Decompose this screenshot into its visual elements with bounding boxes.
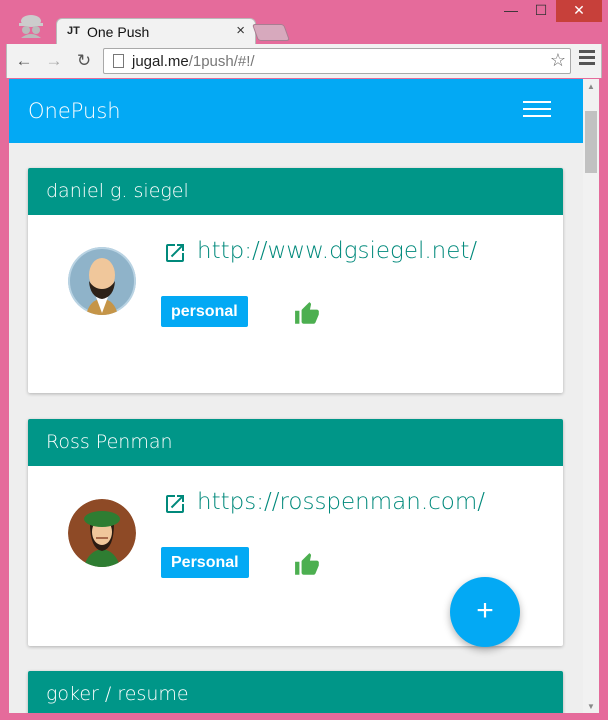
app-bar: OnePush bbox=[9, 79, 583, 143]
avatar bbox=[68, 499, 136, 567]
browser-window: JT One Push × — ☐ ✕ ← → ↻ jugal.me/1push… bbox=[0, 0, 608, 720]
close-window-button[interactable]: ✕ bbox=[556, 0, 602, 22]
tab-title: One Push bbox=[87, 24, 150, 40]
app-title: OnePush bbox=[28, 99, 121, 123]
tag-badge[interactable]: Personal bbox=[161, 547, 249, 578]
person-card: daniel g. siegel http://www.dgsiegel.net… bbox=[28, 168, 563, 393]
back-button[interactable]: ← bbox=[13, 50, 35, 72]
page-icon bbox=[113, 54, 124, 68]
page-viewport: OnePush daniel g. siegel http://www.dgsi… bbox=[9, 79, 599, 713]
minimize-button[interactable]: — bbox=[496, 0, 526, 22]
scroll-thumb[interactable] bbox=[585, 111, 597, 173]
url-text: jugal.me/1push/#!/ bbox=[132, 53, 255, 70]
reload-button[interactable]: ↻ bbox=[73, 50, 95, 72]
card-name: goker / resume bbox=[46, 683, 189, 705]
website-link[interactable]: https://rosspenman.com/ bbox=[197, 489, 485, 515]
url-host: jugal.me bbox=[132, 53, 189, 70]
thumbs-up-icon[interactable] bbox=[293, 301, 321, 327]
scroll-up-arrow-icon[interactable]: ▲ bbox=[587, 82, 595, 91]
new-tab-button[interactable] bbox=[251, 24, 291, 41]
title-bar: JT One Push × — ☐ ✕ bbox=[0, 0, 608, 44]
card-name: Ross Penman bbox=[46, 431, 173, 453]
address-bar[interactable]: jugal.me/1push/#!/ ☆ bbox=[103, 48, 571, 74]
forward-button[interactable]: → bbox=[43, 50, 65, 72]
browser-menu-icon[interactable] bbox=[579, 50, 595, 68]
tab-favicon: JT bbox=[67, 25, 80, 37]
tag-badge[interactable]: personal bbox=[161, 296, 248, 327]
browser-toolbar: ← → ↻ jugal.me/1push/#!/ ☆ bbox=[6, 44, 602, 78]
incognito-icon bbox=[19, 15, 43, 38]
person-card: goker / resume bbox=[28, 671, 563, 713]
external-link-icon bbox=[166, 495, 184, 513]
card-header: daniel g. siegel bbox=[28, 168, 563, 215]
tab-close-icon[interactable]: × bbox=[236, 22, 245, 39]
card-name: daniel g. siegel bbox=[46, 180, 189, 202]
card-header: Ross Penman bbox=[28, 419, 563, 466]
maximize-button[interactable]: ☐ bbox=[526, 0, 556, 22]
add-button[interactable]: + bbox=[450, 577, 520, 647]
card-header: goker / resume bbox=[28, 671, 563, 713]
scrollbar[interactable]: ▲ ▼ bbox=[583, 79, 599, 713]
browser-tab[interactable]: JT One Push × bbox=[56, 18, 256, 44]
thumbs-up-icon[interactable] bbox=[293, 552, 321, 578]
window-controls: — ☐ ✕ bbox=[496, 0, 602, 22]
scroll-down-arrow-icon[interactable]: ▼ bbox=[587, 702, 595, 711]
bookmark-star-icon[interactable]: ☆ bbox=[550, 50, 566, 71]
url-path: /1push/#!/ bbox=[188, 53, 255, 70]
external-link-icon bbox=[166, 244, 184, 262]
hamburger-menu-icon[interactable] bbox=[523, 101, 551, 122]
avatar bbox=[68, 247, 136, 315]
website-link[interactable]: http://www.dgsiegel.net/ bbox=[197, 238, 477, 264]
